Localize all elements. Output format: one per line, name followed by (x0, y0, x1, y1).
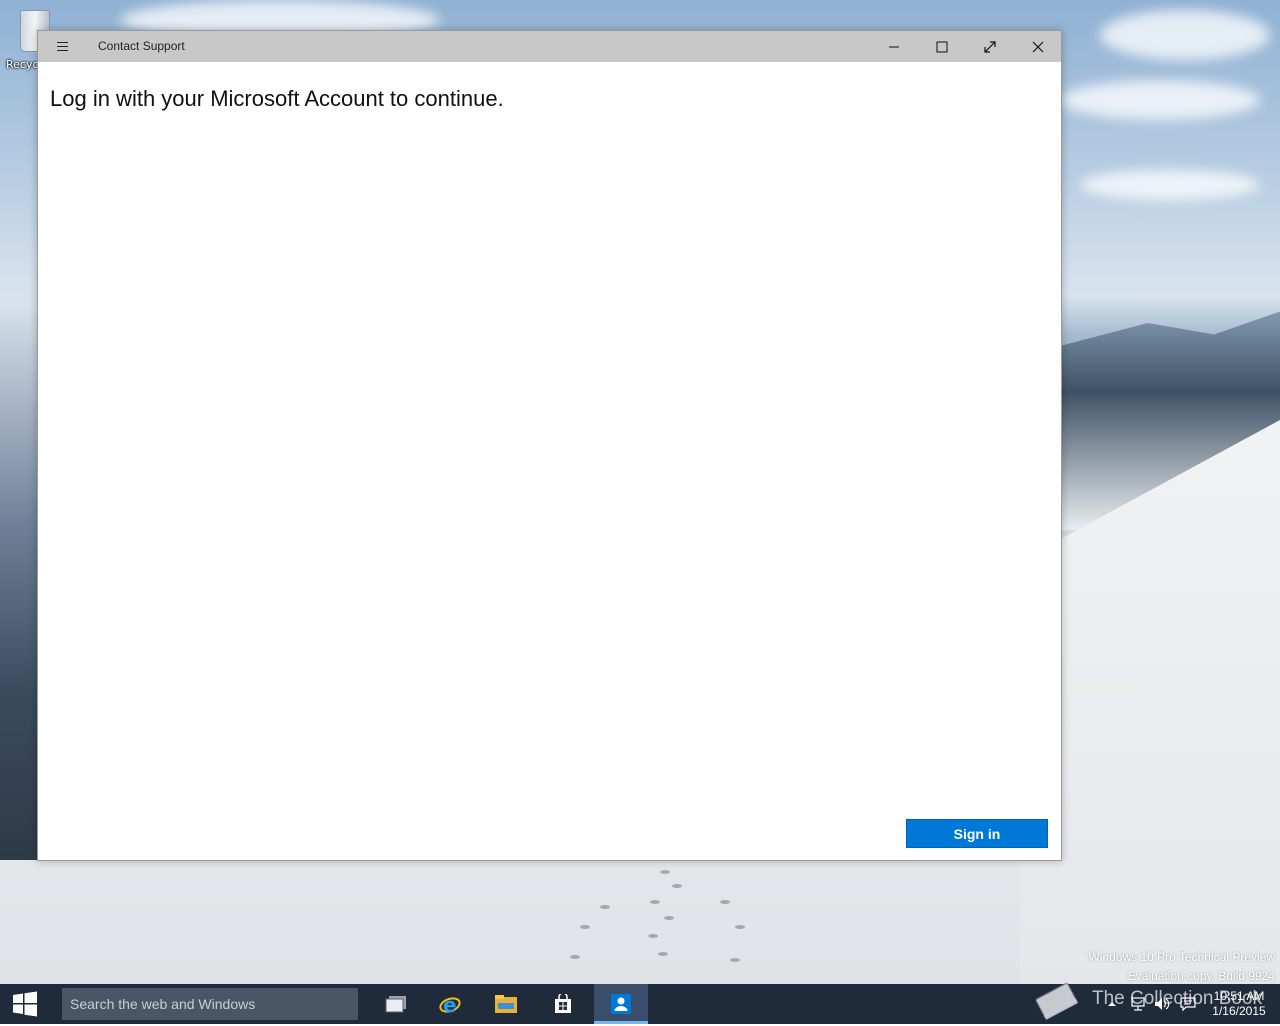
book-logo-icon (1030, 978, 1082, 1022)
footprint (650, 900, 660, 904)
os-watermark: Windows 10 Pro Technical Preview Evaluat… (1088, 948, 1275, 984)
title-bar[interactable]: Contact Support (38, 31, 1061, 62)
footprint (720, 900, 730, 904)
cloud (1080, 170, 1260, 200)
store-button[interactable] (536, 984, 590, 1024)
watermark-line2: Evaluation copy. Build 9924 (1127, 969, 1275, 983)
hamburger-menu-icon[interactable] (52, 39, 72, 55)
footprint (660, 870, 670, 874)
taskbar: Search the web and Windows e 10:51 AM 1/… (0, 984, 1280, 1024)
svg-text:e: e (443, 993, 457, 1016)
search-input[interactable]: Search the web and Windows (62, 988, 358, 1020)
store-icon (555, 994, 571, 1013)
window-title: Contact Support (98, 39, 185, 53)
watermark-line1: Windows 10 Pro Technical Preview (1088, 950, 1275, 964)
windows-logo-icon (13, 991, 37, 1017)
contact-support-window: Contact Support Log in with your Microso… (37, 30, 1062, 861)
footprint (664, 916, 674, 920)
close-button[interactable] (1014, 31, 1062, 62)
folder-icon (495, 995, 517, 1013)
sign-in-button[interactable]: Sign in (906, 819, 1048, 848)
login-prompt-message: Log in with your Microsoft Account to co… (50, 86, 504, 111)
footprint (580, 925, 590, 929)
maximize-icon (936, 41, 948, 52)
footprint (648, 934, 658, 938)
task-view-icon (385, 996, 406, 1013)
fullscreen-icon (984, 40, 996, 53)
start-button[interactable] (0, 984, 50, 1024)
footprint (658, 952, 668, 956)
recycle-bin-label: Recyc (6, 58, 39, 71)
minimize-button[interactable] (870, 31, 918, 62)
close-icon (1032, 41, 1044, 52)
footprint (672, 884, 682, 888)
person-icon (611, 994, 631, 1014)
maximize-button[interactable] (918, 31, 966, 62)
internet-explorer-button[interactable]: e (423, 984, 477, 1024)
footprint (730, 958, 740, 962)
task-view-button[interactable] (369, 984, 423, 1024)
footprint (735, 925, 745, 929)
cloud (1060, 80, 1260, 120)
contact-support-taskbar-button[interactable] (594, 984, 648, 1024)
file-explorer-button[interactable] (479, 984, 533, 1024)
internet-explorer-icon: e (439, 993, 461, 1016)
footprint (600, 905, 610, 909)
cloud (1100, 10, 1270, 60)
fullscreen-button[interactable] (966, 31, 1014, 62)
footprint (570, 955, 580, 959)
overlay-logo-text: The Collection Book (1092, 988, 1263, 1009)
minimize-icon (889, 46, 899, 47)
